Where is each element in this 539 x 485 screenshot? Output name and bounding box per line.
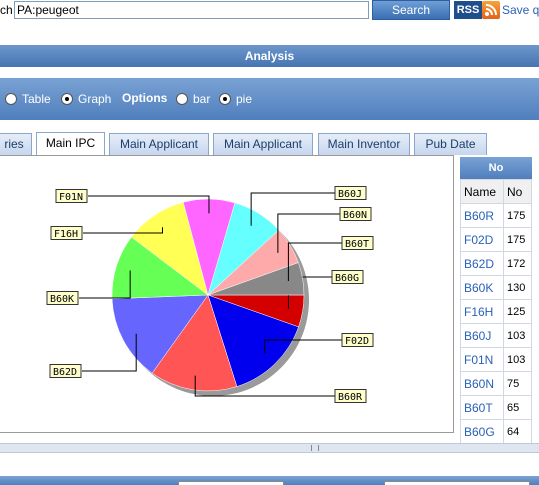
pie-label-b60r: B60R [334, 389, 367, 403]
pie-label-b60g: B60G [331, 270, 364, 284]
pie-radio[interactable] [219, 93, 231, 105]
results-table-panel: No Name No B60R 175 F02D 175 B62D 172 B60K 130 F… [459, 157, 532, 444]
save-query-link[interactable]: Save q [502, 3, 539, 17]
row-count-cell: 103 [503, 347, 532, 372]
pie-label-b60k: B60K [46, 291, 79, 305]
row-name-cell[interactable]: F02D [459, 227, 505, 252]
search-prefix-label: ch [0, 3, 13, 17]
row-name-cell[interactable]: B60J [459, 323, 505, 348]
graph-radio-label: Graph [78, 92, 112, 106]
tab-main-ipc[interactable]: Main IPC [36, 132, 105, 156]
view-options-bar: Table Graph Options bar pie [0, 78, 539, 120]
row-name-cell[interactable]: B62D [459, 251, 505, 276]
pie-label-b60t: B60T [341, 236, 374, 250]
pie-label-f16h: F16H [50, 226, 83, 240]
table-row[interactable]: B60J 103 [459, 323, 532, 348]
row-name-cell[interactable]: F16H [459, 299, 505, 324]
bottom-field-2[interactable] [384, 481, 530, 485]
table-row[interactable]: F02D 175 [459, 227, 532, 252]
pie-label-b62d: B62D [49, 364, 82, 378]
table-row[interactable]: B60G 64 [459, 419, 532, 444]
pie-label-text: B60N [343, 210, 367, 221]
table-header: No [460, 157, 532, 179]
pie-label-f02d: F02D [341, 333, 374, 347]
table-row[interactable]: B60R 175 [459, 203, 532, 228]
row-count-cell: 175 [503, 227, 532, 252]
bar-radio[interactable] [176, 93, 188, 105]
row-name-cell[interactable]: F01N [459, 347, 505, 372]
column-header-no[interactable]: No [503, 179, 532, 204]
pie-label-text: B60K [50, 294, 74, 305]
row-name-cell[interactable]: B60K [459, 275, 505, 300]
pie-chart: B60G F02D B60R B62D B60K F16H F01N B60J B60N B60T [46, 186, 374, 403]
table-radio[interactable] [5, 93, 17, 105]
analysis-header: Analysis [0, 45, 539, 67]
pie-radio-label: pie [236, 92, 253, 106]
options-label: Options [122, 91, 168, 105]
pie-label-f01n: F01N [55, 189, 88, 203]
tab-main-applicant-2[interactable]: Main Applicant [213, 133, 313, 155]
tab-main-applicant-1[interactable]: Main Applicant [109, 133, 209, 155]
results-table: Name No B60R 175 F02D 175 B62D 172 B60K 130 F16H… [459, 179, 532, 444]
tab-main-inventor[interactable]: Main Inventor [318, 133, 410, 155]
splitter-grip-icon [311, 445, 319, 451]
pie-label-text: B60G [335, 273, 359, 284]
row-count-cell: 75 [503, 371, 532, 396]
row-count-cell: 125 [503, 299, 532, 324]
pie-label-text: B60T [345, 239, 369, 250]
table-row[interactable]: F16H 125 [459, 299, 532, 324]
table-row[interactable]: B60K 130 [459, 275, 532, 300]
row-count-cell: 172 [503, 251, 532, 276]
table-row[interactable]: B60T 65 [459, 395, 532, 420]
chart-panel: B60G F02D B60R B62D B60K F16H F01N B60J B60N B60T [0, 155, 454, 433]
row-count-cell: 175 [503, 203, 532, 228]
rss-feed-icon [482, 1, 500, 19]
row-name-cell[interactable]: B60G [459, 419, 505, 444]
pie-label-text: F02D [345, 336, 369, 347]
search-input[interactable] [14, 1, 369, 19]
pie-label-b60j: B60J [334, 186, 367, 200]
row-name-cell[interactable]: B60T [459, 395, 505, 420]
row-count-cell: 65 [503, 395, 532, 420]
pie-label-text: B60J [338, 189, 362, 200]
row-name-cell[interactable]: B60N [459, 371, 505, 396]
pie-label-text: F01N [59, 192, 83, 203]
row-count-cell: 103 [503, 323, 532, 348]
pie-label-text: F16H [54, 229, 78, 240]
pie-label-b60n: B60N [339, 207, 372, 221]
panel-splitter[interactable] [0, 443, 539, 453]
search-bar: ch Search RSS Save q [0, 0, 539, 22]
table-row[interactable]: B62D 172 [459, 251, 532, 276]
rss-badge[interactable]: RSS [454, 1, 500, 19]
graph-radio[interactable] [61, 93, 73, 105]
row-count-cell: 130 [503, 275, 532, 300]
bar-radio-label: bar [193, 92, 211, 106]
column-header-name[interactable]: Name [459, 179, 505, 204]
pie-label-text: B62D [53, 367, 77, 378]
search-button[interactable]: Search [372, 0, 450, 20]
pie-label-text: B60R [338, 392, 363, 403]
table-row[interactable]: B60N 75 [459, 371, 532, 396]
table-row[interactable]: F01N 103 [459, 347, 532, 372]
tab-ries[interactable]: ries [0, 133, 32, 155]
rss-label: RSS [454, 1, 482, 19]
row-count-cell: 64 [503, 419, 532, 444]
row-name-cell[interactable]: B60R [459, 203, 505, 228]
bottom-field-1[interactable] [178, 481, 284, 485]
table-radio-label: Table [22, 92, 51, 106]
tab-pub-date[interactable]: Pub Date [414, 133, 487, 155]
